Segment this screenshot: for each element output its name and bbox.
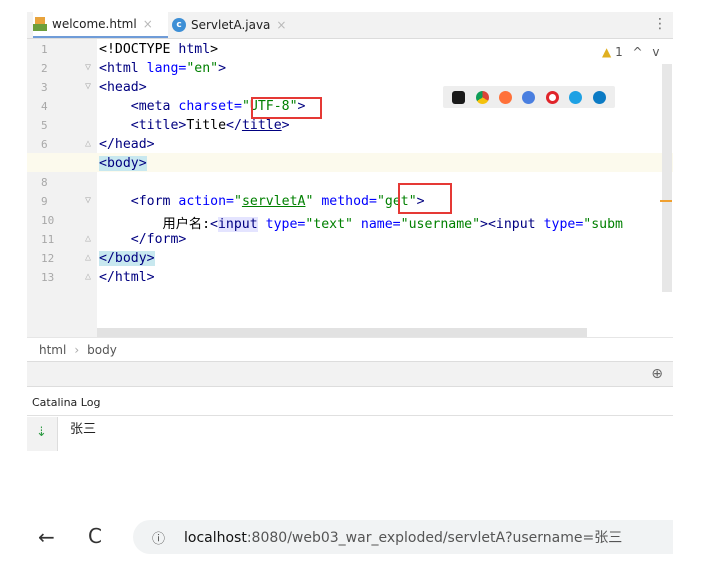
- warning-count: 1: [615, 45, 623, 59]
- line-number: 2: [41, 62, 48, 75]
- breadcrumb-item-body[interactable]: body: [87, 343, 117, 357]
- next-highlight-icon[interactable]: v: [652, 45, 659, 59]
- line-number: 10: [41, 214, 55, 227]
- line-number: 13: [41, 271, 55, 284]
- fold-marker-icon[interactable]: ▽: [85, 195, 91, 206]
- editor-tab-bar: welcome.html × c ServletA.java × ⋮: [27, 12, 673, 39]
- warning-icon: ▲: [602, 45, 612, 59]
- code-line: <form action="servletA" method="get">: [99, 194, 425, 209]
- soft-wrap-icon[interactable]: ⇣: [36, 425, 47, 440]
- code-line: </head>: [99, 137, 155, 152]
- chrome-icon[interactable]: [475, 90, 489, 104]
- previous-highlight-icon[interactable]: ^: [633, 45, 643, 59]
- log-title: Catalina Log: [32, 396, 101, 409]
- line-number: 12: [41, 252, 55, 265]
- breadcrumb-item-html[interactable]: html: [39, 343, 66, 357]
- ie-icon[interactable]: [569, 90, 583, 104]
- breadcrumb-separator: ›: [74, 343, 80, 357]
- get-method-highlight-box: [398, 183, 452, 214]
- site-info-icon[interactable]: ⓘ: [152, 528, 165, 547]
- code-line: </form>: [99, 232, 187, 247]
- fold-marker-icon[interactable]: △: [85, 252, 91, 263]
- code-line: </body>: [99, 251, 155, 266]
- line-number: 11: [41, 233, 55, 246]
- code-line: <title>Title</title>: [99, 118, 290, 133]
- code-editor[interactable]: <!DOCTYPE html> <html lang="en"> <head> …: [97, 39, 673, 337]
- warning-stripe-marker[interactable]: [660, 200, 672, 202]
- fold-marker-icon[interactable]: △: [85, 271, 91, 282]
- fold-marker-icon[interactable]: ▽: [85, 62, 91, 73]
- line-number: 5: [41, 119, 48, 132]
- close-icon[interactable]: ×: [276, 18, 286, 32]
- crosshair-icon[interactable]: ⊕: [651, 366, 663, 382]
- line-number: 3: [41, 81, 48, 94]
- code-line: <!DOCTYPE html>: [99, 42, 219, 57]
- opera-icon[interactable]: [545, 90, 559, 104]
- fold-marker-icon[interactable]: △: [85, 138, 91, 149]
- url-host: localhost: [184, 530, 247, 546]
- inspection-widget[interactable]: ▲ 1 ^ v: [602, 45, 660, 59]
- vertical-scrollbar[interactable]: [662, 64, 672, 292]
- code-line: <body>: [99, 156, 147, 171]
- log-output: 张三: [70, 422, 97, 437]
- firefox-icon[interactable]: [499, 90, 513, 104]
- fold-marker-icon[interactable]: △: [85, 233, 91, 244]
- fold-marker-icon[interactable]: ▽: [85, 81, 91, 92]
- breadcrumb: html › body: [27, 337, 673, 362]
- back-button[interactable]: ←: [38, 525, 55, 549]
- line-number: 4: [41, 100, 48, 113]
- line-number: 6: [41, 138, 48, 151]
- url-text[interactable]: localhost:8080/web03_war_exploded/servle…: [184, 527, 622, 547]
- tab-servleta-java[interactable]: c ServletA.java ×: [172, 12, 297, 38]
- safari-icon[interactable]: [522, 90, 536, 104]
- line-number: 1: [41, 43, 48, 56]
- url-path: :8080/web03_war_exploded/servletA?userna…: [246, 530, 623, 546]
- browser-launch-popup: [443, 86, 615, 108]
- line-number: 9: [41, 195, 48, 208]
- code-line: 用户名:<input type="text" name="username"><…: [99, 217, 623, 232]
- close-icon[interactable]: ×: [143, 17, 153, 31]
- java-class-icon: c: [172, 18, 186, 32]
- tab-welcome-html[interactable]: welcome.html ×: [33, 12, 168, 38]
- tab-label: welcome.html: [52, 17, 137, 31]
- edge-icon[interactable]: [592, 90, 606, 104]
- tool-window-strip: ⊕: [27, 361, 673, 387]
- html-file-icon: [33, 17, 47, 31]
- code-line: <head>: [99, 80, 147, 95]
- utf8-highlight-box: [251, 97, 322, 119]
- line-number-gutter: 1 2 3 4 5 6 7 8 9 10 11 12 13 ▽ ▽ △ ▽ ▽ …: [27, 39, 97, 337]
- tab-label: ServletA.java: [191, 18, 271, 32]
- log-header: Catalina Log: [27, 386, 673, 416]
- more-options-icon[interactable]: ⋮: [653, 16, 667, 32]
- horizontal-scrollbar[interactable]: [97, 328, 587, 337]
- code-line: </html>: [99, 270, 155, 285]
- intellij-icon[interactable]: [452, 90, 466, 104]
- code-line: <html lang="en">: [99, 61, 227, 76]
- line-number: 8: [41, 176, 48, 189]
- reload-button[interactable]: C: [88, 524, 102, 548]
